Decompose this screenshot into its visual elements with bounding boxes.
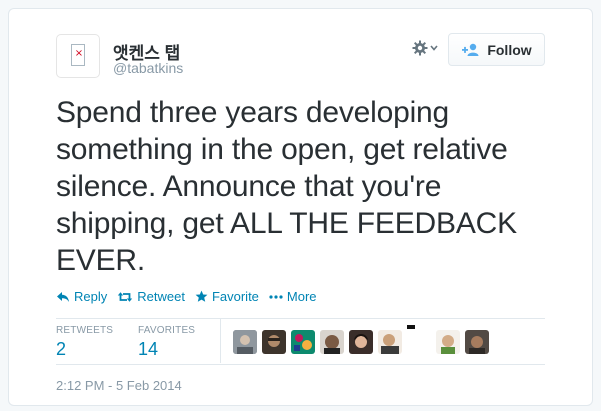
stats-divider-top (56, 318, 545, 319)
follow-button-label: Follow (487, 41, 532, 58)
favoriter-avatar[interactable] (407, 325, 415, 329)
favoriter-avatar[interactable] (262, 330, 286, 354)
user-actions-menu[interactable] (412, 37, 442, 59)
more-label: More (286, 289, 317, 304)
favoriter-avatar[interactable] (320, 330, 344, 354)
retweet-icon (118, 291, 133, 302)
favorites-label: FAVORITES (138, 325, 196, 336)
favorites-count[interactable]: 14 (138, 339, 158, 360)
tweet-actions: Reply Retweet Favorite More (56, 289, 327, 304)
tweet-text: Spend three years developing something i… (56, 96, 517, 277)
more-action[interactable]: More (269, 289, 317, 304)
stats-separator (220, 318, 221, 363)
reply-action[interactable]: Reply (56, 289, 107, 304)
stats-divider-bottom (56, 364, 545, 365)
reply-icon (57, 291, 69, 302)
ellipsis-icon (269, 294, 283, 299)
gear-icon (412, 40, 428, 56)
author-handle[interactable]: @tabatkins (113, 60, 183, 76)
star-icon (195, 290, 208, 302)
chevron-down-icon (430, 45, 438, 51)
favoriter-avatar[interactable] (436, 330, 460, 354)
favoriter-avatar[interactable] (465, 330, 489, 354)
reply-label: Reply (74, 289, 108, 304)
favorite-label: Favorite (211, 289, 259, 304)
retweet-action[interactable]: Retweet (117, 289, 185, 304)
favorite-action[interactable]: Favorite (195, 289, 259, 304)
author-avatar[interactable]: × (56, 34, 100, 78)
broken-image-icon: × (71, 44, 85, 66)
favoriter-avatar[interactable] (233, 330, 257, 354)
retweet-label: Retweet (137, 289, 185, 304)
favoriter-avatar[interactable] (349, 330, 373, 354)
retweets-count[interactable]: 2 (56, 339, 66, 360)
retweets-label: RETWEETS (56, 325, 114, 336)
tweet-timestamp[interactable]: 2:12 PM - 5 Feb 2014 (56, 378, 182, 393)
add-user-icon (462, 43, 479, 56)
favoriter-avatar[interactable] (378, 330, 402, 354)
follow-button[interactable]: Follow (448, 33, 545, 66)
favoriter-avatar[interactable] (291, 330, 315, 354)
